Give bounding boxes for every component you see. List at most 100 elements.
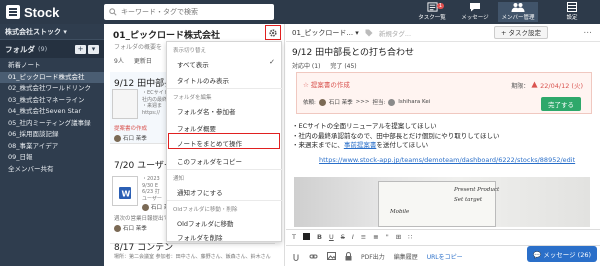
warning-icon (531, 81, 538, 88)
task-tag: 提案書の作成 (114, 126, 148, 132)
italic-icon[interactable]: I (352, 233, 354, 241)
add-task-button[interactable]: + タスク設定 (493, 26, 548, 39)
member-count[interactable]: 9人 (114, 56, 124, 65)
tab-completed[interactable]: 完了 (45) (330, 61, 356, 70)
list-icon[interactable]: ≣ (373, 233, 378, 241)
note-card-title: 8/17 コンテン (114, 243, 174, 253)
search-box[interactable] (104, 4, 274, 20)
menu-item-move-old[interactable]: Oldフォルダに移動 (177, 218, 234, 228)
note-card-title: 7/20 ユーザー (114, 161, 173, 171)
sidebar-item-seven-star[interactable]: 04_株式会社Seven Star (0, 106, 104, 118)
members-icon (511, 3, 525, 12)
note-card[interactable]: 8/17 コンテン 場所：第二会議室 参加者：田中さん、藤野さん、飯森さん、鈴木… (110, 238, 275, 266)
folder-list: 新着ノート 01_ピックロード株式会社 02_株式会社ワールドリンク 03_株式… (0, 58, 104, 175)
sidebar-item-picroad[interactable]: 01_ピックロード株式会社 (0, 71, 104, 83)
sidebar-item-interview-records[interactable]: 06_採用面談記録 (0, 129, 104, 141)
nav-label: メッセージ (461, 15, 489, 21)
message-button[interactable]: 💬 メッセージ (26) (527, 246, 597, 262)
requester-name: 石口 茉季 (328, 100, 353, 106)
nav-label: 設定 (566, 15, 578, 21)
avatar (114, 224, 121, 232)
menu-item-show-all[interactable]: すべて表示 (177, 59, 209, 69)
task-people: 依頼: 石口 茉季 >>> 担当: Ishihara Kei (303, 98, 431, 106)
menu-section-notify: 通知 (173, 176, 185, 182)
edit-history-button[interactable]: 編集履歴 (394, 252, 418, 261)
task-list-icon (426, 2, 438, 12)
folder-breadcrumb[interactable]: 01_ピックロード... ▾ (292, 28, 359, 38)
menu-section-view: 表示切り替え (173, 48, 207, 54)
image-icon[interactable] (327, 252, 336, 260)
attach-icon[interactable] (292, 252, 300, 261)
table-icon[interactable]: ⊞ (396, 233, 401, 241)
sidebar-item-all-members[interactable]: 全メンバー共有 (0, 164, 104, 176)
note-author-2: 石口 茉季 (114, 224, 147, 232)
more-options-button[interactable]: ... (583, 26, 592, 36)
note-toolbar: 01_ピックロード... ▾ 新規タグ... (286, 24, 600, 42)
settings-grid-icon (567, 2, 577, 12)
sidebar-item-moneyline[interactable]: 03_株式会社マネーライン (0, 95, 104, 107)
nav-task-list[interactable]: タスク一覧 1 (412, 2, 452, 22)
sidebar-item-meeting-minutes[interactable]: 05_社内ミーティング議事録 (0, 118, 104, 130)
whiteboard-photo[interactable]: Present Product Set target Mobile (294, 177, 590, 227)
tag-input[interactable]: 新規タグ... (379, 28, 411, 38)
folder-options-button[interactable]: ▾ (88, 44, 99, 54)
bullet-icon[interactable]: ∷ (408, 233, 412, 241)
menu-item-title-only[interactable]: タイトルのみ表示 (177, 75, 229, 85)
organization-name[interactable]: 株式会社ストック ▾ (0, 24, 104, 40)
top-header: Stock タスク一覧 1 メッセージ メンバー管理 設定 (0, 0, 600, 24)
folder-description[interactable]: フォルダの概要を (114, 42, 162, 51)
nav-member-management[interactable]: メンバー管理 (498, 2, 538, 22)
gear-icon (269, 28, 277, 37)
folder-header: フォルダ (9) + ▾ (0, 40, 104, 58)
sidebar-item-worldlink[interactable]: 02_株式会社ワールドリンク (0, 83, 104, 95)
complete-task-button[interactable]: 完了する (541, 97, 581, 111)
sidebar-item-new-notes[interactable]: 新着ノート (0, 60, 104, 72)
nav-label: メンバー管理 (501, 15, 535, 21)
menu-divider (167, 169, 283, 170)
text-size-icon[interactable]: T (292, 233, 296, 241)
underline-icon[interactable]: U (329, 233, 334, 241)
note-title[interactable]: 9/12 田中部長との打ち合わせ (292, 45, 414, 58)
menu-item-copy-folder[interactable]: このフォルダをコピー (177, 156, 242, 166)
tab-in-progress[interactable]: 対応中 (1) (292, 61, 320, 70)
nav-messages[interactable]: メッセージ (455, 2, 495, 22)
menu-item-delete-folder[interactable]: フォルダを削除 (177, 232, 223, 242)
avatar (318, 98, 326, 106)
bold-icon[interactable]: B (317, 233, 322, 241)
sidebar-item-business-ideas[interactable]: 08_事業アイデア (0, 141, 104, 153)
app-logo[interactable]: Stock (6, 4, 59, 20)
note-detail-pane: 01_ピックロード... ▾ 新規タグ... + タスク設定 ... 9/12 … (286, 24, 600, 266)
note-url-link[interactable]: https://www.stock-app.jp/teams/demoteam/… (319, 156, 575, 164)
proposal-link[interactable]: 事前提案書 (344, 141, 377, 149)
copy-url-button[interactable]: URLをコピー (427, 252, 463, 261)
menu-item-rename-members[interactable]: フォルダ名・参加者 (177, 106, 236, 116)
menu-item-notify-off[interactable]: 通知オフにする (177, 187, 223, 197)
lock-icon[interactable] (345, 251, 352, 261)
task-tabs: 対応中 (1) 完了 (45) (292, 61, 357, 70)
folder-title: 01_ピックロード株式会社 (113, 31, 221, 41)
align-icon[interactable]: ≡ (361, 233, 366, 241)
highlight-outline (168, 133, 280, 149)
folder-label: フォルダ (5, 44, 35, 54)
task-card: ☆ 提案書の作成 期限： 22/04/12 (火) 依頼: 石口 茉季 >>> … (296, 72, 592, 114)
avatar (114, 134, 121, 142)
menu-item-folder-summary[interactable]: フォルダ概要 (177, 123, 216, 133)
search-input[interactable] (121, 8, 266, 16)
text-color-icon[interactable] (302, 233, 310, 240)
nav-settings[interactable]: 設定 (552, 2, 592, 22)
sort-updated[interactable]: 更新日 (134, 56, 152, 65)
note-body[interactable]: ・ECサイトの全面リニューアルを提案してほしい ・社内の最終承認前なので、田中部… (292, 122, 500, 151)
body-line: ・来週末までに、事前提案書を送付してほしい (292, 141, 429, 149)
add-folder-button[interactable]: + (75, 44, 86, 54)
nav-label: タスク一覧 (418, 15, 446, 21)
folder-settings-button[interactable] (265, 25, 281, 40)
task-title[interactable]: ☆ 提案書の作成 (303, 79, 350, 89)
sidebar-item-daily-reports[interactable]: 09_日報 (0, 152, 104, 164)
search-icon (109, 8, 117, 16)
link-icon[interactable] (309, 252, 318, 261)
menu-divider (167, 88, 283, 89)
avatar (142, 203, 149, 211)
quote-icon[interactable]: " (386, 233, 389, 241)
strikethrough-icon[interactable]: S (341, 233, 345, 241)
pdf-export-button[interactable]: PDF出力 (361, 252, 385, 261)
